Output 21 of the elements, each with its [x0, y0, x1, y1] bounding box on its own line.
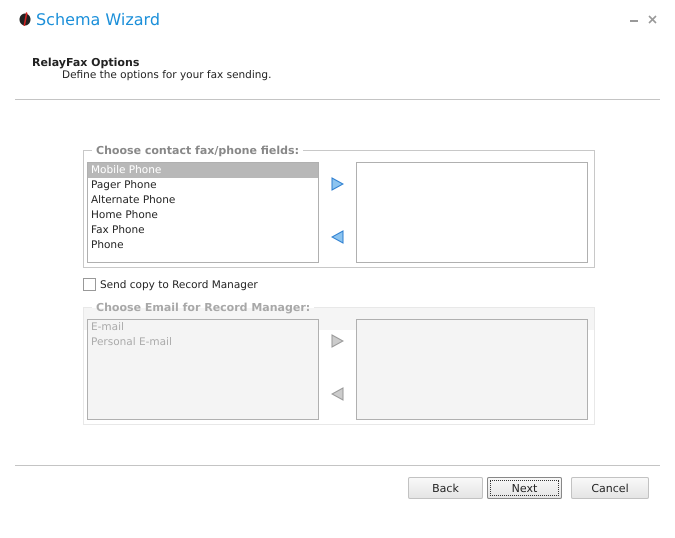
list-item[interactable]: Fax Phone — [88, 223, 318, 238]
wizard-button[interactable]: Next — [487, 477, 562, 499]
remove-arrow-icon[interactable] — [331, 230, 344, 244]
wizard-button[interactable]: Back — [408, 477, 483, 499]
window-title: Schema Wizard — [36, 10, 161, 28]
list-item[interactable]: Pager Phone — [88, 178, 318, 193]
group-legend: Choose Email for Record Manager: — [92, 301, 314, 314]
selected-fields-list[interactable] — [356, 162, 588, 263]
checkbox[interactable] — [83, 278, 96, 291]
add-arrow-icon[interactable] — [331, 177, 344, 191]
close-icon[interactable] — [648, 14, 657, 24]
list-item[interactable]: Phone — [88, 238, 318, 253]
available-fields-list[interactable]: Mobile Phone Pager Phone Alternate Phone Home Phone Fax Phone Phone — [87, 162, 319, 263]
page-description: Define the options for your fax sending. — [62, 69, 272, 81]
list-item[interactable]: Alternate Phone — [88, 193, 318, 208]
checkbox-label: Send copy to Record Manager — [100, 278, 258, 290]
wizard-button[interactable]: Cancel — [571, 477, 649, 499]
app-logo-icon — [19, 12, 31, 26]
group-legend: Choose contact fax/phone fields: — [92, 144, 303, 157]
list-item[interactable]: Home Phone — [88, 208, 318, 223]
page-title: RelayFax Options — [32, 56, 140, 69]
